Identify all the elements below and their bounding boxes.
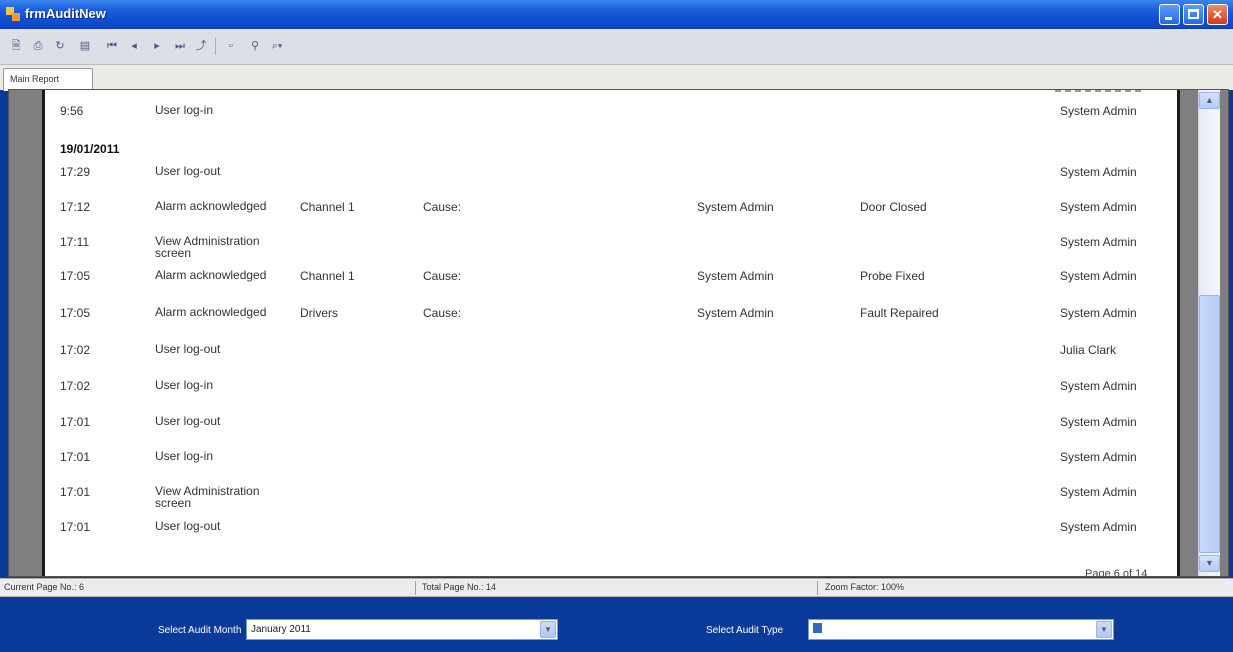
- export-icon[interactable]: 🗎: [8, 38, 24, 54]
- close-icon: ✕: [1212, 7, 1223, 22]
- audit-month-value: January 2011: [251, 624, 311, 635]
- minimize-button[interactable]: [1159, 4, 1180, 25]
- vertical-scrollbar[interactable]: ▲ ▼: [1190, 90, 1228, 576]
- close-button[interactable]: ✕: [1207, 4, 1228, 25]
- last-page-icon[interactable]: ⏭: [172, 38, 188, 54]
- table-row: 17:11 View Administration screen System …: [60, 234, 1137, 260]
- refresh-icon[interactable]: ↻: [52, 38, 68, 54]
- table-row: 17:01 User log-out System Admin: [60, 414, 1137, 429]
- goto-page-icon[interactable]: ⤴: [193, 38, 209, 54]
- zoom-icon[interactable]: ⌕▾: [269, 38, 285, 54]
- stop-icon[interactable]: ▫: [223, 38, 239, 54]
- toolbar-separator: [215, 38, 216, 55]
- zoom-status: Zoom Factor: 100%: [825, 582, 905, 592]
- next-page-icon[interactable]: ▸: [149, 38, 165, 54]
- total-pages-status: Total Page No.: 14: [422, 582, 497, 592]
- audit-month-select[interactable]: January 2011 ▼: [246, 619, 558, 640]
- page-footer: Page 6 of 14: [1085, 568, 1148, 576]
- previous-page-icon[interactable]: ◂: [126, 38, 142, 54]
- table-row: 17:01 User log-in System Admin: [60, 449, 1137, 464]
- audit-month-label: Select Audit Month: [158, 625, 242, 636]
- status-divider: [817, 581, 818, 595]
- report-toolbar: 🗎 ⎙ ↻ ▤ ⏮ ◂ ▸ ⏭ ⤴ ▫ ⚲ ⌕▾: [0, 29, 1233, 65]
- table-row: 17:05 Alarm acknowledged Drivers Cause: …: [60, 305, 1137, 320]
- audit-type-select[interactable]: ▼: [808, 619, 1114, 640]
- status-bar: Current Page No.: 6 Total Page No.: 14 Z…: [0, 578, 1233, 597]
- scrollbar-thumb[interactable]: [1199, 295, 1220, 553]
- tab-main-report[interactable]: Main Report: [3, 68, 93, 91]
- current-page-status: Current Page No.: 6: [4, 582, 85, 592]
- maximize-button[interactable]: [1183, 4, 1204, 25]
- table-row: 17:05 Alarm acknowledged Channel 1 Cause…: [60, 268, 1137, 283]
- table-row: 17:02 User log-out Julia Clark: [60, 342, 1117, 357]
- tab-strip: Main Report: [0, 65, 1233, 91]
- minimize-icon: [1165, 17, 1172, 20]
- filter-panel: Select Audit Month January 2011 ▼ Select…: [0, 597, 1233, 652]
- scroll-up-icon[interactable]: ▲: [1199, 92, 1220, 109]
- date-group-header: 19/01/2011: [60, 142, 120, 156]
- group-tree-icon[interactable]: ▤: [77, 38, 93, 54]
- chevron-down-icon[interactable]: ▼: [540, 621, 556, 638]
- app-icon: [6, 7, 20, 21]
- status-divider: [415, 581, 416, 595]
- table-row: 17:01 View Administration screen System …: [60, 484, 1137, 510]
- selection-marker: [813, 623, 822, 633]
- first-page-icon[interactable]: ⏮: [104, 38, 120, 54]
- window-title: frmAuditNew: [25, 6, 106, 21]
- search-icon[interactable]: ⚲: [247, 38, 263, 54]
- table-row: 17:02 User log-in System Admin: [60, 378, 1137, 393]
- maximize-icon: [1188, 9, 1199, 19]
- chevron-down-icon[interactable]: ▼: [1096, 621, 1112, 638]
- scroll-down-icon[interactable]: ▼: [1199, 555, 1220, 572]
- table-row: 17:29 User log-out System Admin: [60, 164, 1137, 179]
- audit-type-label: Select Audit Type: [706, 625, 784, 636]
- report-viewer: 9:56 User log-in System Admin 19/01/2011…: [8, 89, 1229, 577]
- table-row: 9:56 User log-in System Admin: [60, 103, 1137, 118]
- report-page: 9:56 User log-in System Admin 19/01/2011…: [42, 90, 1180, 576]
- page-divider: [1055, 90, 1141, 95]
- table-row: 17:12 Alarm acknowledged Channel 1 Cause…: [60, 199, 1137, 214]
- title-bar: frmAuditNew ✕: [0, 0, 1233, 29]
- print-icon[interactable]: ⎙: [30, 38, 46, 54]
- table-row: 17:01 User log-out System Admin: [60, 519, 1137, 534]
